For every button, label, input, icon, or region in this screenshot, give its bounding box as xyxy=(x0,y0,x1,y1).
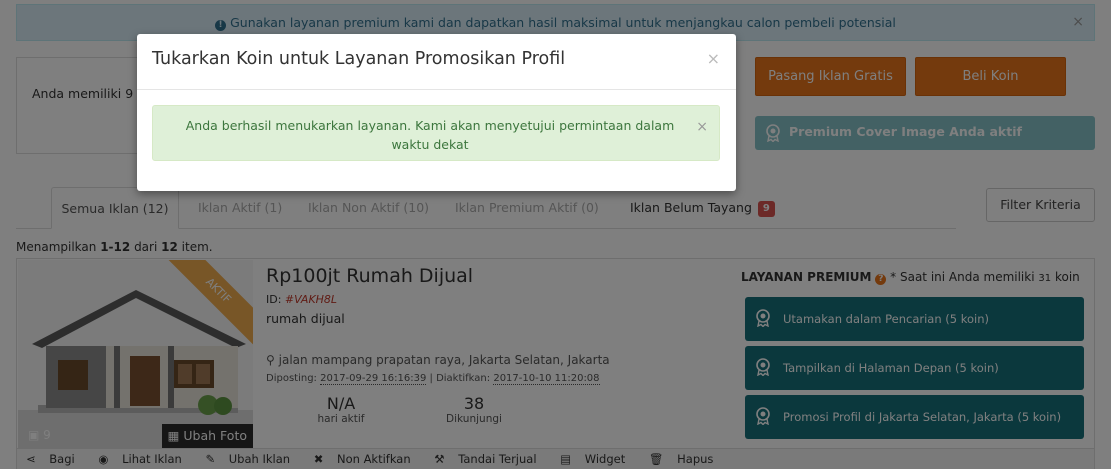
success-alert: Anda berhasil menukarkan layanan. Kami a… xyxy=(152,105,720,161)
modal-header: Tukarkan Koin untuk Layanan Promosikan P… xyxy=(137,34,736,90)
modal-close-icon[interactable]: × xyxy=(707,49,720,68)
modal-title: Tukarkan Koin untuk Layanan Promosikan P… xyxy=(152,49,566,69)
success-message: Anda berhasil menukarkan layanan. Kami a… xyxy=(185,118,675,152)
close-icon[interactable]: × xyxy=(696,120,708,134)
redeem-coins-modal: Tukarkan Koin untuk Layanan Promosikan P… xyxy=(137,34,736,191)
page: !Gunakan layanan premium kami dan dapatk… xyxy=(0,0,1111,469)
